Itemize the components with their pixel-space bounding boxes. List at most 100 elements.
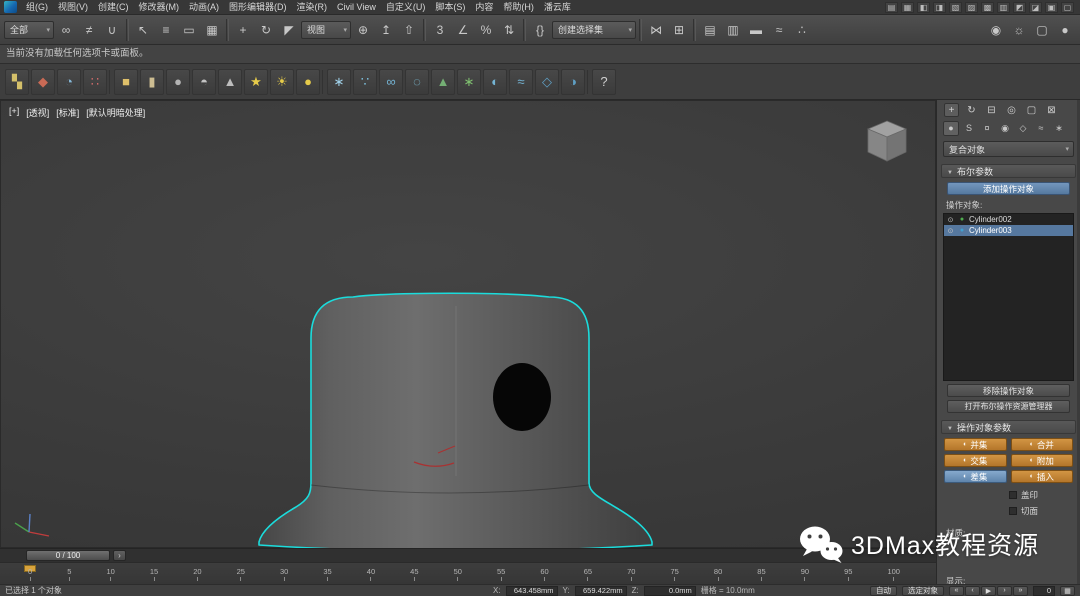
- viewport-general-menu[interactable]: [+]: [9, 106, 19, 119]
- boolean-params-rollout-header[interactable]: 布尔参数: [941, 164, 1076, 178]
- scene-canvas[interactable]: [1, 101, 937, 549]
- play-button[interactable]: ▶: [981, 586, 996, 596]
- select-and-scale-icon[interactable]: ◤: [278, 19, 300, 41]
- foliage-icon[interactable]: ∗: [457, 69, 481, 95]
- menu-item[interactable]: 图形编辑器(D): [224, 0, 292, 15]
- time-slider-handle[interactable]: 0 / 100: [26, 550, 110, 561]
- keyboard-shortcut-icon[interactable]: ▚: [5, 69, 29, 95]
- curve-editor-icon[interactable]: ≈: [768, 19, 790, 41]
- align-icon[interactable]: ⊞: [668, 19, 690, 41]
- subtract-button[interactable]: 差集: [944, 470, 1007, 483]
- pick-reference-icon[interactable]: ◆: [31, 69, 55, 95]
- insert-button[interactable]: 插入: [1011, 470, 1074, 483]
- angle-snap-icon[interactable]: ∠: [452, 19, 474, 41]
- mirror-icon[interactable]: ⋈: [645, 19, 667, 41]
- menu-item[interactable]: 动画(A): [184, 0, 224, 15]
- square-dot-icon[interactable]: ▣: [1045, 2, 1058, 13]
- hemisphere-icon[interactable]: ◓: [192, 69, 216, 95]
- hierarchy-tab[interactable]: ⊟: [984, 103, 999, 117]
- proboolean-icon[interactable]: ◑: [561, 69, 585, 95]
- select-and-manipulate-icon[interactable]: ↥: [375, 19, 397, 41]
- window-crossing-icon[interactable]: ▦: [201, 19, 223, 41]
- render-production-icon[interactable]: ●: [1054, 19, 1076, 41]
- material-editor-icon[interactable]: ◉: [985, 19, 1007, 41]
- blobmesh-icon[interactable]: ◌: [405, 69, 429, 95]
- add-operands-button[interactable]: 添加操作对象: [947, 182, 1070, 195]
- window-layout-icon[interactable]: ▤: [885, 2, 898, 13]
- helpers-category[interactable]: ◇: [1015, 121, 1031, 136]
- menu-item[interactable]: 修改器(M): [134, 0, 185, 15]
- snowflake-icon[interactable]: ∗: [327, 69, 351, 95]
- schematic-view-icon[interactable]: ∴: [791, 19, 813, 41]
- render-setup-icon[interactable]: ☼: [1008, 19, 1030, 41]
- operands-list[interactable]: Cylinder002 Cylinder003: [943, 213, 1074, 381]
- motion-tab[interactable]: ◎: [1004, 103, 1019, 117]
- open-boolean-explorer-button[interactable]: 打开布尔操作资源管理器: [947, 400, 1070, 413]
- operand-row[interactable]: Cylinder003: [944, 225, 1073, 236]
- union-button[interactable]: 并集: [944, 438, 1007, 451]
- time-configuration-button[interactable]: [1060, 586, 1075, 596]
- boolean-icon[interactable]: ◐: [483, 69, 507, 95]
- imprint-checkbox[interactable]: 盖印: [1009, 489, 1080, 501]
- corner-tl-icon[interactable]: ◩: [1013, 2, 1026, 13]
- previous-frame-button[interactable]: ‹: [965, 586, 980, 596]
- rendered-frame-window-icon[interactable]: ▢: [1031, 19, 1053, 41]
- object-category-dropdown[interactable]: 复合对象: [943, 141, 1074, 157]
- hatch-left-icon[interactable]: ▧: [949, 2, 962, 13]
- loft-icon[interactable]: ≈: [509, 69, 533, 95]
- hatch-grid-icon[interactable]: ▩: [981, 2, 994, 13]
- menu-item[interactable]: 视图(V): [53, 0, 93, 15]
- scatter-icon[interactable]: ∵: [353, 69, 377, 95]
- corner-br-icon[interactable]: ◪: [1029, 2, 1042, 13]
- selected-only-button[interactable]: 选定对象: [902, 586, 944, 596]
- utilities-tab[interactable]: ⊠: [1044, 103, 1059, 117]
- display-tab[interactable]: ▢: [1024, 103, 1039, 117]
- y-coordinate-field[interactable]: 659.422mm: [575, 586, 627, 596]
- next-frame-button[interactable]: ›: [997, 586, 1012, 596]
- menu-item[interactable]: 渲染(R): [292, 0, 333, 15]
- square-icon[interactable]: ▢: [1061, 2, 1074, 13]
- checkbox[interactable]: [1009, 507, 1017, 515]
- z-coordinate-field[interactable]: 0.0mm: [644, 586, 696, 596]
- time-slider-track[interactable]: 0 / 100 ›: [0, 548, 936, 562]
- terrain-icon[interactable]: ▲: [431, 69, 455, 95]
- go-to-start-button[interactable]: «: [949, 586, 964, 596]
- viewport-style-menu[interactable]: [标准]: [56, 106, 79, 119]
- particles-icon[interactable]: ∷: [83, 69, 107, 95]
- grid-view-icon[interactable]: ▦: [901, 2, 914, 13]
- menu-item[interactable]: 自定义(U): [381, 0, 431, 15]
- modify-tab[interactable]: ↻: [964, 103, 979, 117]
- mesher-icon[interactable]: ◇: [535, 69, 559, 95]
- layer-explorer-icon[interactable]: ▥: [722, 19, 744, 41]
- auto-key-button[interactable]: 自动: [870, 586, 897, 596]
- scene-explorer-icon[interactable]: ▤: [699, 19, 721, 41]
- attach-button[interactable]: 附加: [1011, 454, 1074, 467]
- viewport-pov-menu[interactable]: [透视]: [26, 106, 49, 119]
- percent-snap-icon[interactable]: %: [475, 19, 497, 41]
- yellow-sphere-icon[interactable]: ●: [296, 69, 320, 95]
- help-icon[interactable]: ?: [592, 69, 616, 95]
- rectangular-selection-region-icon[interactable]: ▭: [178, 19, 200, 41]
- cookie-checkbox[interactable]: 切面: [1009, 505, 1080, 517]
- viewport-shading-menu[interactable]: [默认明暗处理]: [86, 106, 145, 119]
- menu-item[interactable]: 潘云库: [539, 0, 576, 15]
- next-frame-button[interactable]: ›: [113, 550, 126, 561]
- named-selection-sets-dropdown[interactable]: 创建选择集: [552, 21, 636, 39]
- operand-row[interactable]: Cylinder002: [944, 214, 1073, 225]
- checkbox[interactable]: [1009, 491, 1017, 499]
- merge-button[interactable]: 合并: [1011, 438, 1074, 451]
- menu-item[interactable]: 帮助(H): [498, 0, 539, 15]
- use-pivot-point-center-icon[interactable]: ⊕: [352, 19, 374, 41]
- lights-category[interactable]: ¤: [979, 121, 995, 136]
- menu-item[interactable]: 脚本(S): [430, 0, 470, 15]
- ribbon-toggle-icon[interactable]: ▬: [745, 19, 767, 41]
- edit-named-selection-sets-icon[interactable]: {}: [529, 19, 551, 41]
- space-warps-category[interactable]: ≈: [1033, 121, 1049, 136]
- spinner-snap-icon[interactable]: ⇅: [498, 19, 520, 41]
- hatch-right-icon[interactable]: ▨: [965, 2, 978, 13]
- sun-icon[interactable]: ☀: [270, 69, 294, 95]
- keyboard-shortcut-override-icon[interactable]: ⇧: [398, 19, 420, 41]
- remove-operand-button[interactable]: 移除操作对象: [947, 384, 1070, 397]
- view-cube[interactable]: [861, 117, 913, 167]
- cylinder-icon[interactable]: ▮: [140, 69, 164, 95]
